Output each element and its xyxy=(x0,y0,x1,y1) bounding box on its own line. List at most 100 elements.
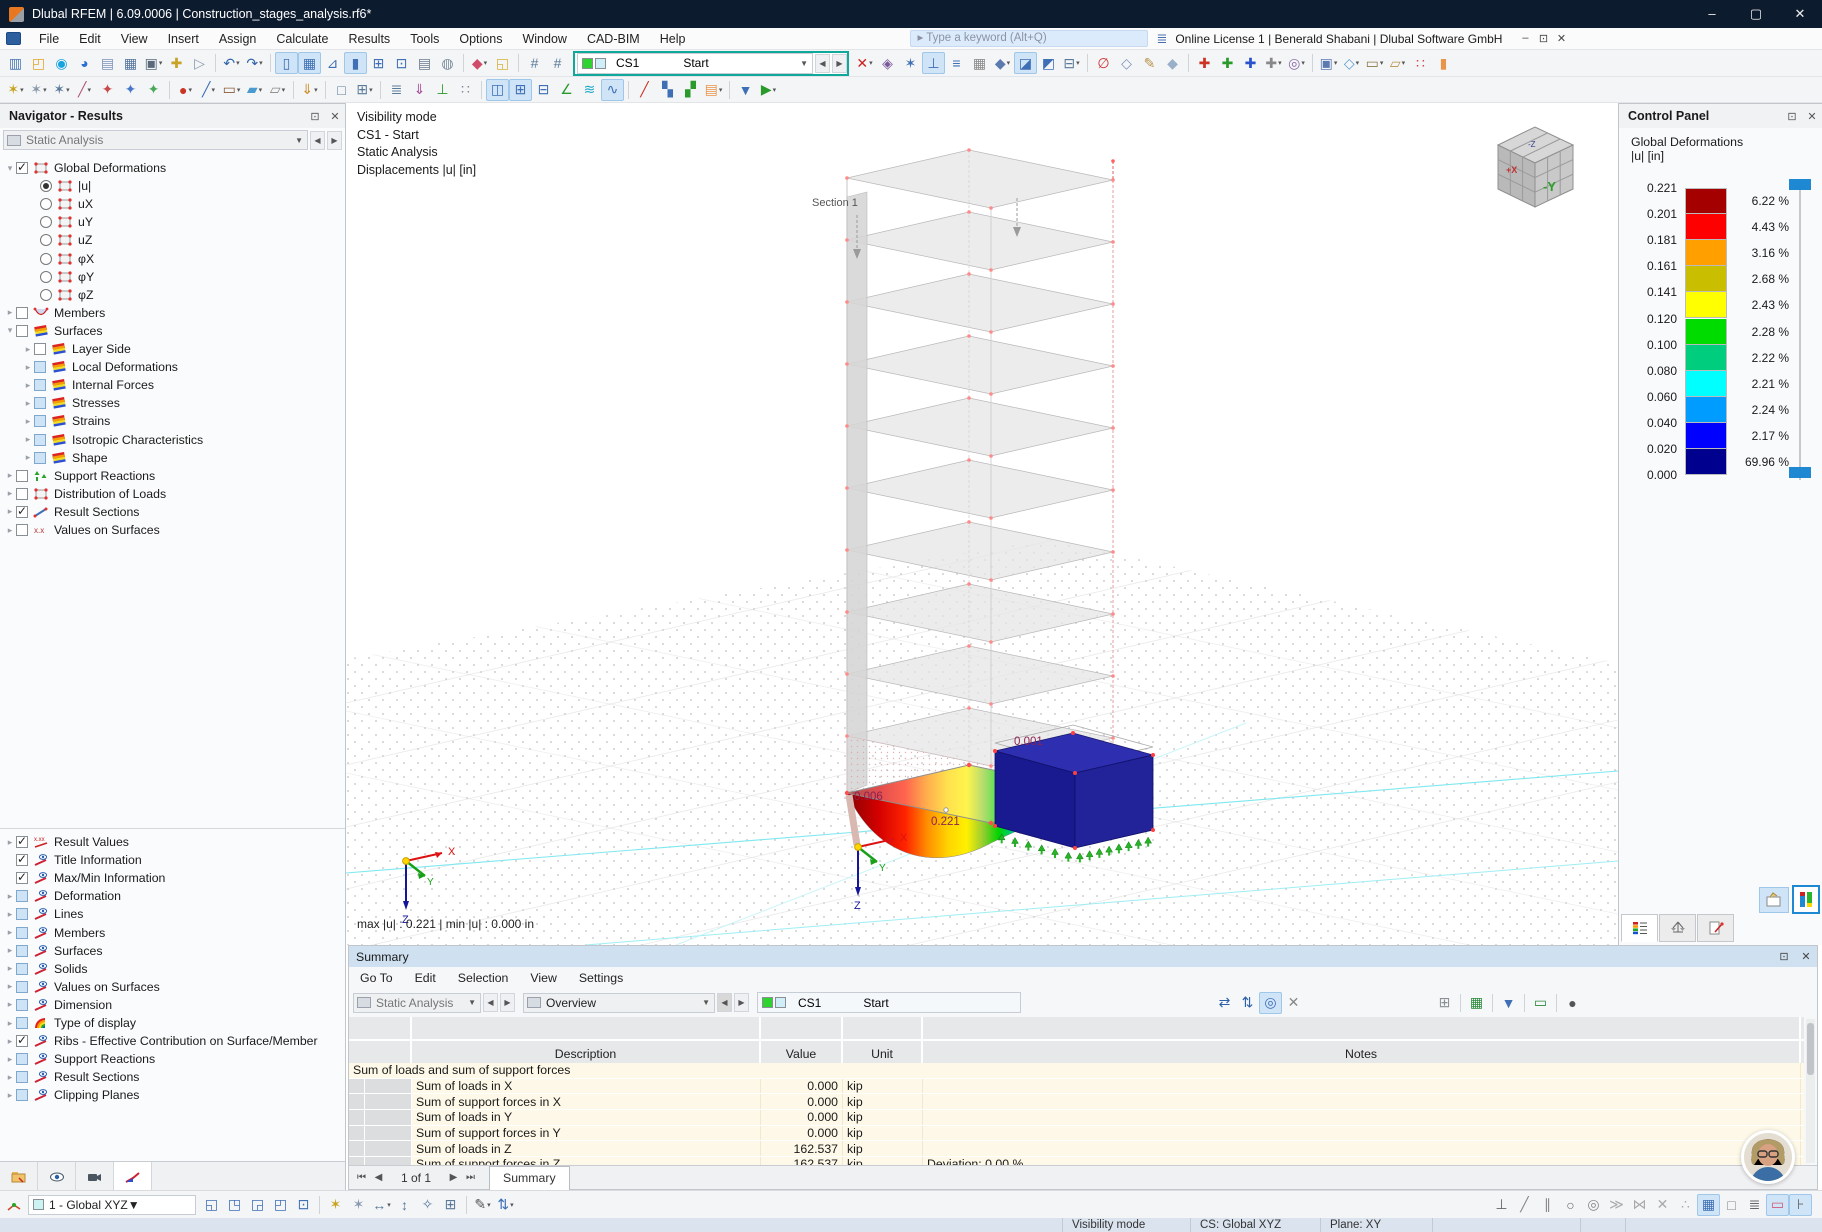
select-special-icon[interactable]: ⊞ ▾ xyxy=(353,79,376,101)
checkbox[interactable] xyxy=(34,415,46,428)
table-scrollbar[interactable] xyxy=(1806,1019,1815,1163)
next-page-button[interactable]: ▶ xyxy=(445,1172,462,1183)
undo-icon[interactable]: ↶ ▾ xyxy=(220,52,243,74)
tree-item-uz[interactable]: uZ xyxy=(0,231,345,249)
render-solid-icon[interactable]: ▣ ▾ xyxy=(1317,52,1340,74)
expander-icon[interactable]: ▾ xyxy=(4,325,16,336)
snap-perp-icon[interactable]: ⊥ xyxy=(1490,1194,1513,1216)
dimension-10-icon[interactable]: ▭ ▾ xyxy=(1363,52,1386,74)
expander-icon[interactable]: ▸ xyxy=(4,488,16,499)
menu-help[interactable]: Help xyxy=(650,32,696,46)
delete-results-icon[interactable]: ✕ ▾ xyxy=(853,52,876,74)
numbering-icon[interactable]: ≣ xyxy=(385,79,408,101)
checkbox[interactable] xyxy=(34,361,46,374)
snap-node-icon[interactable]: ✦ xyxy=(96,79,119,101)
cs-next-button[interactable]: ▶ xyxy=(832,53,847,73)
dim-distance-icon[interactable]: ↔ ▾ xyxy=(370,1194,393,1216)
search-value-icon[interactable]: ◎ xyxy=(1259,991,1282,1014)
visibility-invert-icon[interactable]: ◲ xyxy=(246,1194,269,1216)
summary-menu-go-to[interactable]: Go To xyxy=(349,971,404,985)
checkbox[interactable] xyxy=(16,1033,28,1048)
expander-icon[interactable]: ▸ xyxy=(4,945,16,956)
navigator-tab-data[interactable] xyxy=(0,1162,38,1192)
float-panel-icon[interactable]: ⊡ xyxy=(305,110,325,123)
legend-panel-icon[interactable]: ▤ ▾ xyxy=(702,79,725,101)
stage-display-icon[interactable]: ▱ ▾ xyxy=(1386,52,1409,74)
expander-icon[interactable]: ▸ xyxy=(4,506,16,517)
section-box-icon[interactable]: ⊟ xyxy=(532,79,555,101)
maximize-button[interactable]: ▢ xyxy=(1734,0,1778,28)
navigator-toggle-icon[interactable]: ▯ xyxy=(275,52,298,74)
snap-line-icon[interactable]: ✦ xyxy=(119,79,142,101)
expander-icon[interactable]: ▸ xyxy=(4,470,16,481)
object-snap-icon[interactable]: ▭ xyxy=(1766,1193,1789,1216)
checkbox[interactable] xyxy=(34,397,46,410)
sync-tables-icon[interactable]: ⇄ xyxy=(1213,992,1236,1014)
new-model-icon[interactable]: ▥ xyxy=(4,52,27,74)
last-page-button[interactable]: ⏭ xyxy=(462,1172,479,1183)
numbering-steps-icon[interactable]: ⇅ ▾ xyxy=(494,1194,517,1216)
tree-item-title-information[interactable]: Title Information xyxy=(0,851,345,869)
checkbox[interactable] xyxy=(16,504,28,518)
snap-main-icon[interactable]: ✶ ▾ xyxy=(4,79,27,101)
analysis-prev-button[interactable]: ◀ xyxy=(310,130,325,150)
window-layout-icon[interactable]: ⊟ ▾ xyxy=(1060,52,1083,74)
section-plane-icon[interactable]: ⊞ xyxy=(509,78,532,101)
checkbox[interactable] xyxy=(34,379,46,392)
tree-item-distribution-of-loads[interactable]: ▸ Distribution of Loads xyxy=(0,485,345,503)
checkbox[interactable] xyxy=(16,487,28,500)
tree-item-members[interactable]: ▸ Members xyxy=(0,924,345,942)
filter-icon[interactable]: ▼ xyxy=(1497,992,1520,1014)
doc-minimize-button[interactable]: – xyxy=(1516,32,1534,45)
view-x-icon[interactable]: ✚ xyxy=(1193,52,1216,74)
tree-item-result-values[interactable]: ▸ x.xx Result Values xyxy=(0,833,345,851)
expander-icon[interactable]: ▸ xyxy=(4,1054,16,1065)
menu-tools[interactable]: Tools xyxy=(400,32,449,46)
navigator-tab-display[interactable] xyxy=(38,1162,76,1192)
menu-options[interactable]: Options xyxy=(449,32,512,46)
minimize-button[interactable]: – xyxy=(1690,0,1734,28)
close-icon[interactable]: ✕ xyxy=(325,110,345,123)
smooth-contours-icon[interactable]: ∿ xyxy=(601,78,624,101)
copy-entry-icon[interactable]: ▷ xyxy=(188,52,211,74)
expander-icon[interactable]: ▸ xyxy=(22,452,34,463)
show-loads-icon[interactable]: ⇓ xyxy=(408,79,431,101)
radio[interactable] xyxy=(40,270,52,283)
tree-item-members[interactable]: ▸ Members xyxy=(0,304,345,322)
summary-menu-edit[interactable]: Edit xyxy=(404,971,447,985)
expander-icon[interactable]: ▸ xyxy=(22,344,34,355)
save-model-icon[interactable]: ▦ xyxy=(119,52,142,74)
analysis-next-button[interactable]: ▶ xyxy=(327,130,342,150)
tree-item-ux[interactable]: uX xyxy=(0,195,345,213)
chevron-down-icon[interactable]: ▼ xyxy=(796,59,812,68)
expander-icon[interactable]: ▸ xyxy=(4,927,16,938)
snap-circle-icon[interactable]: ○ xyxy=(1559,1194,1582,1216)
next-analysis-button[interactable]: ▶ xyxy=(500,993,515,1012)
checkbox[interactable] xyxy=(16,469,28,482)
viewport[interactable]: X Y Z X Y Z 0.006 0.221 0.001 Section 1 +X -Y -Z Vis… xyxy=(346,103,1618,945)
expander-icon[interactable]: ▸ xyxy=(4,837,16,848)
menu-calculate[interactable]: Calculate xyxy=(266,32,338,46)
tree-item-isotropic-characteristics[interactable]: ▸ Isotropic Characteristics xyxy=(0,431,345,449)
float-panel-icon[interactable]: ⊡ xyxy=(1773,950,1795,963)
value-marks-icon[interactable]: ▚ xyxy=(656,79,679,101)
cut-values-icon[interactable]: ✕ xyxy=(1282,992,1305,1014)
search-input[interactable]: ▸ Type a keyword (Alt+Q) xyxy=(910,30,1149,47)
tree-item-global-deformations[interactable]: ▾ Global Deformations xyxy=(0,159,345,177)
prev-analysis-button[interactable]: ◀ xyxy=(483,993,498,1012)
diagram-filled-icon[interactable]: ◪ xyxy=(1014,52,1037,74)
radio[interactable] xyxy=(40,252,52,265)
select-all-icon[interactable]: □ xyxy=(330,79,353,101)
open-model-icon[interactable]: ◰ xyxy=(27,52,50,74)
tree-item-stresses[interactable]: ▸ Stresses xyxy=(0,394,345,412)
ortho-toggle-icon[interactable]: □ xyxy=(1720,1194,1743,1216)
tree-item-support-reactions[interactable]: ▸ Support Reactions xyxy=(0,1050,345,1068)
tree-item-lines[interactable]: ▸ Lines xyxy=(0,905,345,923)
expander-icon[interactable]: ▸ xyxy=(4,525,16,536)
printout-report-icon[interactable]: ▤ xyxy=(413,52,436,74)
tree-item-surfaces[interactable]: ▸ Surfaces xyxy=(0,942,345,960)
new-opening-icon[interactable]: ▱ ▾ xyxy=(266,79,289,101)
tree-item-values-on-surfaces[interactable]: ▸ Values on Surfaces xyxy=(0,978,345,996)
snap-alt-icon[interactable]: ✶ ▾ xyxy=(27,79,50,101)
tree-item-clipping-planes[interactable]: ▸ Clipping Planes xyxy=(0,1086,345,1104)
